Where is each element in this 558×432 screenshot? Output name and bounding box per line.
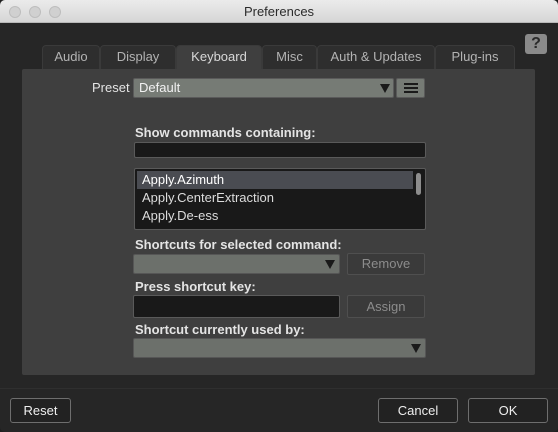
filter-input[interactable] [134,142,426,158]
window-title: Preferences [243,4,315,19]
tab-keyboard[interactable]: Keyboard [176,45,262,70]
cancel-button[interactable]: Cancel [378,398,458,423]
tab-auth-updates[interactable]: Auth & Updates [317,45,435,69]
preset-select[interactable]: Default [133,78,394,98]
list-scrollbar[interactable] [416,173,421,195]
footer-divider [0,388,558,389]
remove-button[interactable]: Remove [347,253,425,275]
press-key-label: Press shortcut key: [135,279,256,294]
list-item-apply-azimuth[interactable]: Apply.Azimuth [137,171,413,189]
preset-value: Default [139,80,181,95]
tab-display[interactable]: Display [100,45,176,69]
shortcuts-select[interactable] [133,254,340,274]
shortcut-key-input[interactable] [133,295,340,318]
used-by-label: Shortcut currently used by: [135,322,305,337]
shortcuts-label: Shortcuts for selected command: [135,237,342,252]
assign-button[interactable]: Assign [347,295,425,318]
preferences-window: Preferences ? Audio Display Keyboard Mis… [0,0,558,432]
reset-button[interactable]: Reset [10,398,71,423]
used-by-select[interactable] [133,338,426,358]
preset-menu-button[interactable] [396,78,425,98]
filter-label: Show commands containing: [135,125,316,140]
preset-label: Preset [92,80,130,95]
title-bar: Preferences [0,0,558,23]
tab-misc[interactable]: Misc [262,45,317,69]
chevron-down-icon [325,260,335,269]
tab-audio[interactable]: Audio [42,45,100,69]
list-item-apply-centerextraction[interactable]: Apply.CenterExtraction [137,189,413,207]
list-item-apply-de-ess[interactable]: Apply.De-ess [137,207,413,225]
chevron-down-icon [411,344,421,353]
help-icon[interactable]: ? [525,34,547,54]
ok-button[interactable]: OK [468,398,548,423]
tab-plug-ins[interactable]: Plug-ins [435,45,515,69]
commands-list[interactable]: Apply.Azimuth Apply.CenterExtraction App… [134,168,426,230]
chevron-down-icon [380,84,390,93]
